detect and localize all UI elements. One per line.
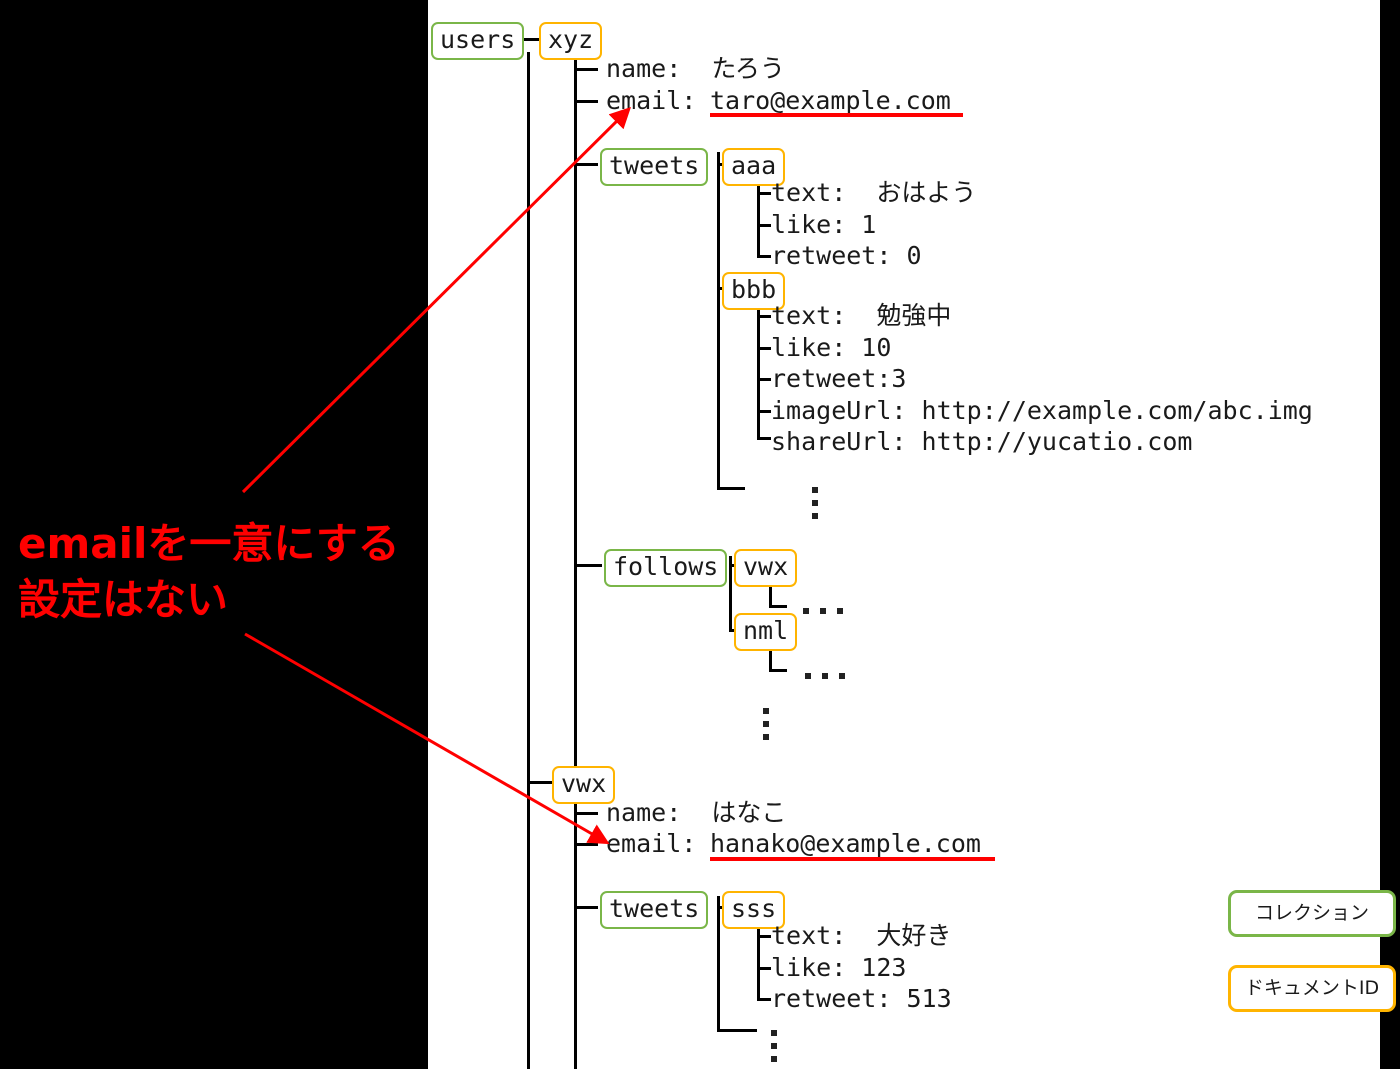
document-chip-follows-vwx[interactable]: vwx [734, 549, 798, 587]
connector-bbb-retweet [757, 378, 771, 381]
field-bbb-like: like: 10 [771, 333, 891, 363]
email-underline-xyz [710, 113, 963, 117]
field-xyz-email-value: taro@example.com [710, 86, 951, 116]
trunk-line-tweets-2 [717, 896, 720, 1032]
chip-label: follows [613, 552, 719, 581]
annotation-label: emailを一意にする 設定はない [18, 519, 400, 624]
field-sss-like: like: 123 [771, 953, 906, 983]
connector-bbb-shareurl [757, 437, 771, 440]
stub-connector-follows-nml [769, 669, 787, 672]
connector-xyz-email [574, 100, 598, 103]
chip-label: xyz [548, 25, 594, 54]
field-xyz-name: name: たろう [606, 54, 785, 84]
field-bbb-imageurl: imageUrl: http://example.com/abc.img [771, 396, 1313, 426]
chip-label: vwx [561, 769, 607, 798]
stub-connector-follows-vwx [769, 605, 787, 608]
field-text: name: はなこ [606, 798, 787, 827]
field-text: imageUrl: http://example.com/abc.img [771, 396, 1313, 425]
field-text: text: 大好き [771, 921, 952, 950]
connector-tweets1-more [717, 487, 745, 490]
field-text: shareUrl: http://yucatio.com [771, 427, 1193, 456]
field-text: like: 1 [771, 210, 877, 239]
field-value: taro@example.com [710, 86, 951, 115]
trunk-line-users [527, 52, 530, 1069]
connector-sss-like [757, 967, 771, 970]
connector-bbb-imageurl [757, 410, 771, 413]
field-text: retweet: 0 [771, 241, 922, 270]
field-bbb-text: text: 勉強中 [771, 301, 951, 331]
ellipsis-follows-vwx-children [803, 608, 809, 614]
chip-label: tweets [609, 894, 700, 923]
diagram-canvas: users xyz tweets aaa bbb follows vwx nml… [0, 0, 1400, 1069]
field-bbb-shareurl: shareUrl: http://yucatio.com [771, 427, 1192, 457]
connector-aaa-text [757, 192, 771, 195]
field-vwx-email-value: hanako@example.com [710, 829, 981, 859]
field-aaa-retweet: retweet: 0 [771, 241, 922, 271]
collection-chip-users[interactable]: users [431, 22, 525, 60]
legend-label: ドキュメントID [1244, 977, 1380, 999]
field-vwx-name: name: はなこ [606, 798, 786, 828]
field-text: text: おはよう [771, 178, 977, 207]
chip-label: sss [731, 894, 777, 923]
connector-xyz-name [574, 68, 598, 71]
chip-label: aaa [731, 151, 777, 180]
connector-aaa-retweet [757, 255, 771, 258]
field-xyz-email-label: email: [606, 86, 696, 116]
field-text: name: たろう [606, 54, 785, 83]
connector-xyz-follows [574, 564, 602, 567]
field-aaa-text: text: おはよう [771, 178, 976, 208]
chip-label: tweets [609, 151, 700, 180]
chip-label: users [440, 25, 516, 54]
collection-chip-tweets-2[interactable]: tweets [600, 891, 709, 929]
field-sss-text: text: 大好き [771, 921, 951, 951]
trunk-line-follows [729, 556, 732, 632]
document-chip-xyz[interactable]: xyz [539, 22, 603, 60]
connector-bbb-text [757, 315, 771, 318]
field-value: hanako@example.com [710, 829, 981, 858]
ellipsis-tweets-1-more [812, 487, 818, 493]
legend-collection: コレクション [1228, 890, 1396, 937]
field-text: like: 123 [771, 953, 907, 982]
connector-tweets2-more [717, 1029, 757, 1032]
field-vwx-email-label: email: [606, 829, 696, 859]
connector-aaa-like [757, 224, 771, 227]
connector-vwx-name [574, 812, 598, 815]
connector-users-vwx [527, 781, 555, 784]
connector-vwx-tweets [574, 906, 598, 909]
field-text: retweet: 513 [771, 984, 952, 1013]
field-aaa-like: like: 1 [771, 210, 876, 240]
document-chip-follows-nml[interactable]: nml [734, 613, 798, 651]
field-text: retweet:3 [771, 364, 907, 393]
field-sss-retweet: retweet: 513 [771, 984, 952, 1014]
field-key: email: [606, 829, 697, 858]
chip-label: vwx [743, 552, 789, 581]
connector-vwx-email [574, 843, 598, 846]
legend-label: コレクション [1254, 902, 1369, 924]
field-text: like: 10 [771, 333, 892, 362]
field-bbb-retweet: retweet:3 [771, 364, 906, 394]
annotation-text: emailを一意にする 設定はない [18, 516, 400, 628]
trunk-line-bbb [757, 303, 760, 439]
field-key: email: [606, 86, 697, 115]
collection-chip-follows[interactable]: follows [604, 549, 728, 587]
chip-label: nml [743, 616, 789, 645]
connector-sss-text [757, 935, 771, 938]
connector-bbb-like [757, 347, 771, 350]
trunk-line-xyz [574, 53, 577, 1069]
chip-label: bbb [731, 275, 777, 304]
ellipsis-follows-nml-children [805, 673, 811, 679]
field-text: text: 勉強中 [771, 301, 952, 330]
ellipsis-follows-more [763, 708, 769, 714]
connector-sss-retweet [757, 998, 771, 1001]
trunk-line-tweets-1 [717, 152, 720, 490]
connector-xyz-tweets [574, 163, 598, 166]
email-underline-vwx [710, 857, 995, 861]
collection-chip-tweets-1[interactable]: tweets [600, 148, 709, 186]
ellipsis-tweets-2-more [771, 1030, 777, 1036]
legend-document-id: ドキュメントID [1228, 965, 1396, 1012]
